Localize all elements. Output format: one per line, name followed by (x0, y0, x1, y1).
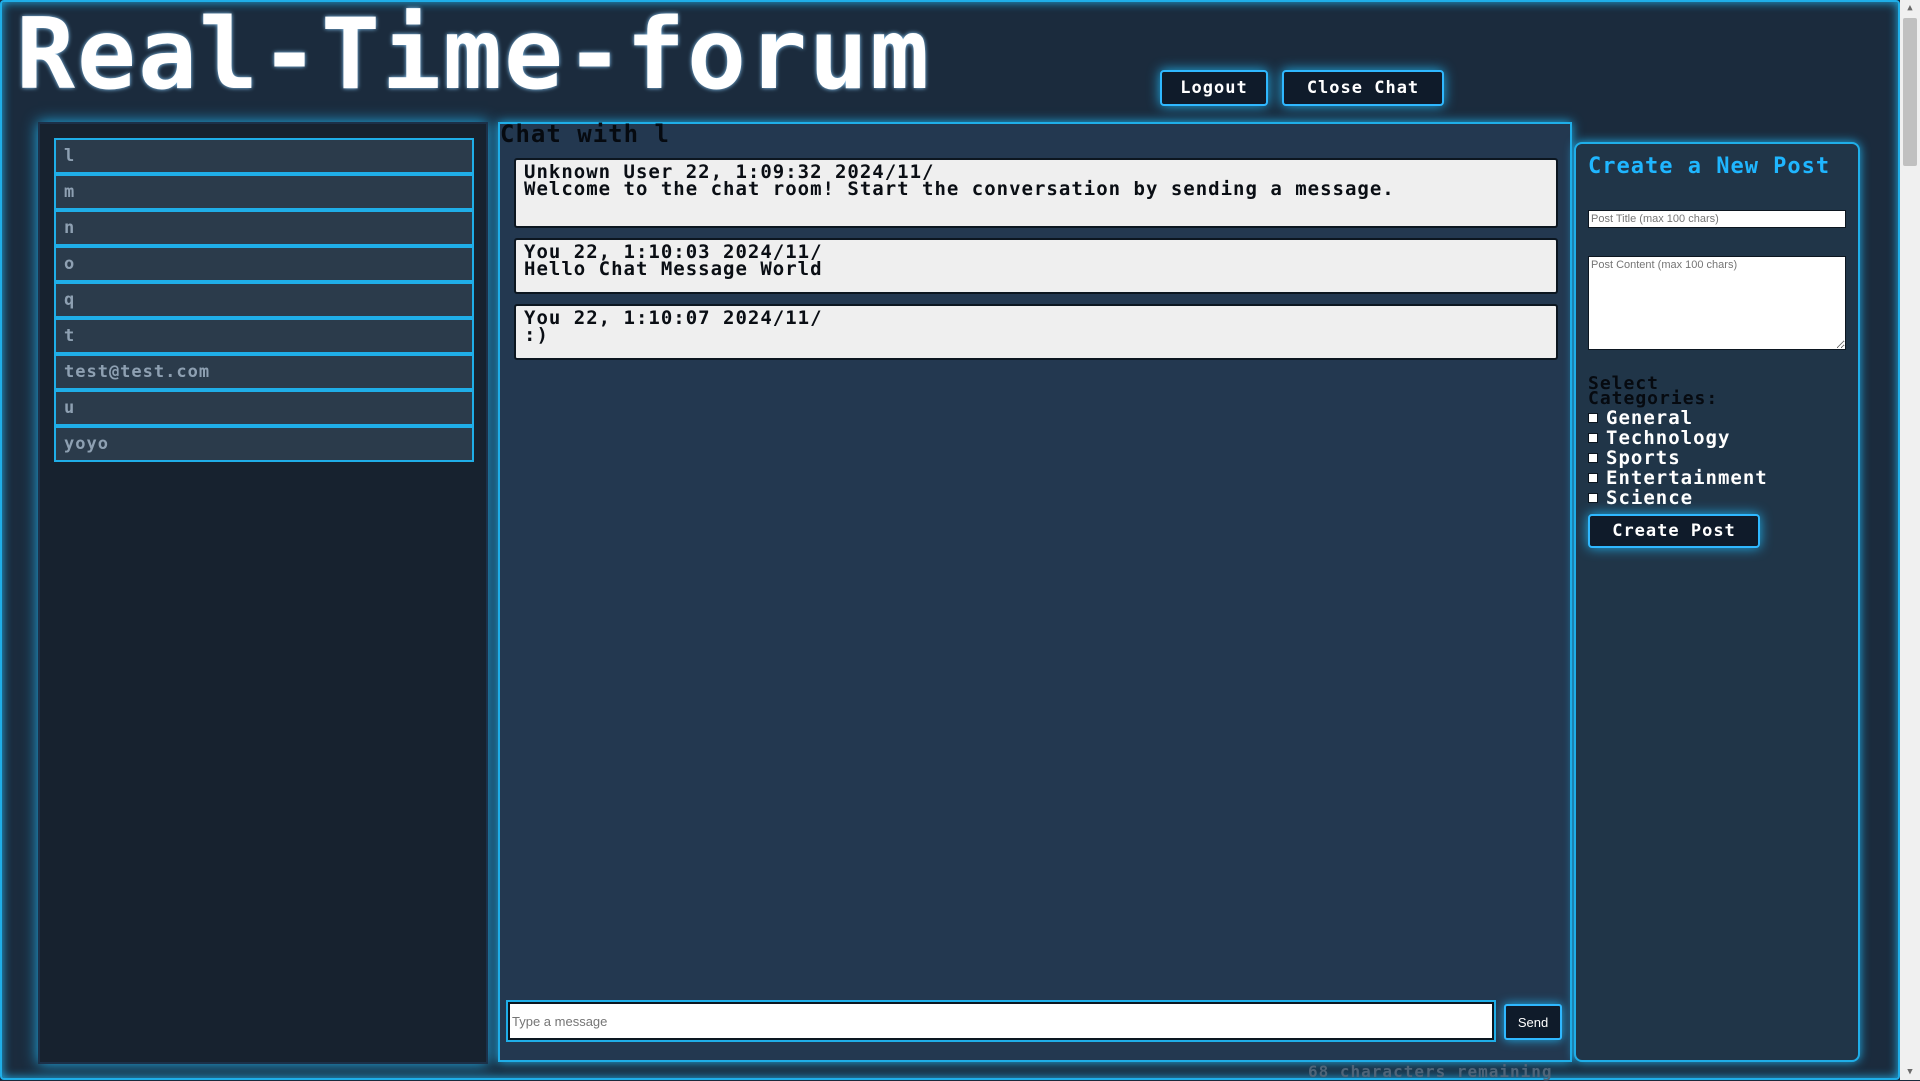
char-remaining-counter: 68 characters remaining (1308, 1062, 1553, 1081)
message-text: :) (524, 324, 549, 346)
user-item-q[interactable]: q (54, 282, 474, 318)
message-text: Welcome to the chat room! Start the conv… (524, 178, 1395, 200)
message-text: Hello Chat Message World (524, 258, 823, 280)
categories-label: Select Categories: (1588, 373, 1719, 409)
user-item-t[interactable]: t (54, 318, 474, 354)
send-button[interactable]: Send (1504, 1004, 1562, 1040)
category-technology[interactable]: Technology (1588, 427, 1768, 449)
category-science[interactable]: Science (1588, 487, 1768, 509)
scroll-down-icon[interactable]: ▼ (1900, 1064, 1920, 1080)
post-title-input[interactable] (1588, 210, 1846, 228)
category-label: General (1606, 407, 1694, 429)
scroll-up-icon[interactable]: ▲ (1900, 0, 1920, 16)
user-item-l[interactable]: l (54, 138, 474, 174)
chat-message: You 22, 1:10:03 2024/11/ Hello Chat Mess… (514, 238, 1558, 294)
chat-message: Unknown User 22, 1:09:32 2024/11/ Welcom… (514, 158, 1558, 228)
category-checkbox[interactable] (1588, 453, 1598, 463)
category-label: Technology (1606, 427, 1731, 449)
category-checkbox[interactable] (1588, 493, 1598, 503)
category-label: Sports (1606, 447, 1681, 469)
page-scrollbar[interactable]: ▲ ▼ (1900, 0, 1920, 1080)
logout-button[interactable]: Logout (1160, 70, 1268, 106)
user-item-u[interactable]: u (54, 390, 474, 426)
user-item-n[interactable]: n (54, 210, 474, 246)
category-checkbox[interactable] (1588, 413, 1598, 423)
user-item-m[interactable]: m (54, 174, 474, 210)
close-chat-button[interactable]: Close Chat (1282, 70, 1444, 106)
create-post-panel: Create a New Post Select Categories: Gen… (1574, 142, 1860, 1062)
category-general[interactable]: General (1588, 407, 1768, 429)
message-input[interactable] (506, 1000, 1496, 1042)
category-label: Entertainment (1606, 467, 1768, 489)
user-item-test[interactable]: test@test.com (54, 354, 474, 390)
message-meta: You 22, 1:10:07 2024/11/ (524, 307, 823, 329)
app-title: Real-Time-forum (16, 0, 932, 112)
create-post-button[interactable]: Create Post (1588, 514, 1760, 548)
post-content-input[interactable] (1588, 256, 1846, 350)
category-sports[interactable]: Sports (1588, 447, 1768, 469)
chat-panel: Chat with l Unknown User 22, 1:09:32 202… (498, 120, 1572, 1062)
chat-title: Chat with l (500, 120, 670, 148)
category-entertainment[interactable]: Entertainment (1588, 467, 1768, 489)
category-label: Science (1606, 487, 1694, 509)
chat-message: You 22, 1:10:07 2024/11/ :) (514, 304, 1558, 360)
category-checkbox[interactable] (1588, 473, 1598, 483)
user-item-yoyo[interactable]: yoyo (54, 426, 474, 462)
scroll-thumb[interactable] (1903, 18, 1917, 166)
create-post-heading: Create a New Post (1588, 154, 1831, 179)
category-checkbox[interactable] (1588, 433, 1598, 443)
user-list: l m n o q t test@test.com u yoyo (54, 138, 474, 462)
user-item-o[interactable]: o (54, 246, 474, 282)
category-list: General Technology Sports Entertainment … (1588, 407, 1768, 509)
user-list-panel: l m n o q t test@test.com u yoyo (38, 122, 488, 1064)
